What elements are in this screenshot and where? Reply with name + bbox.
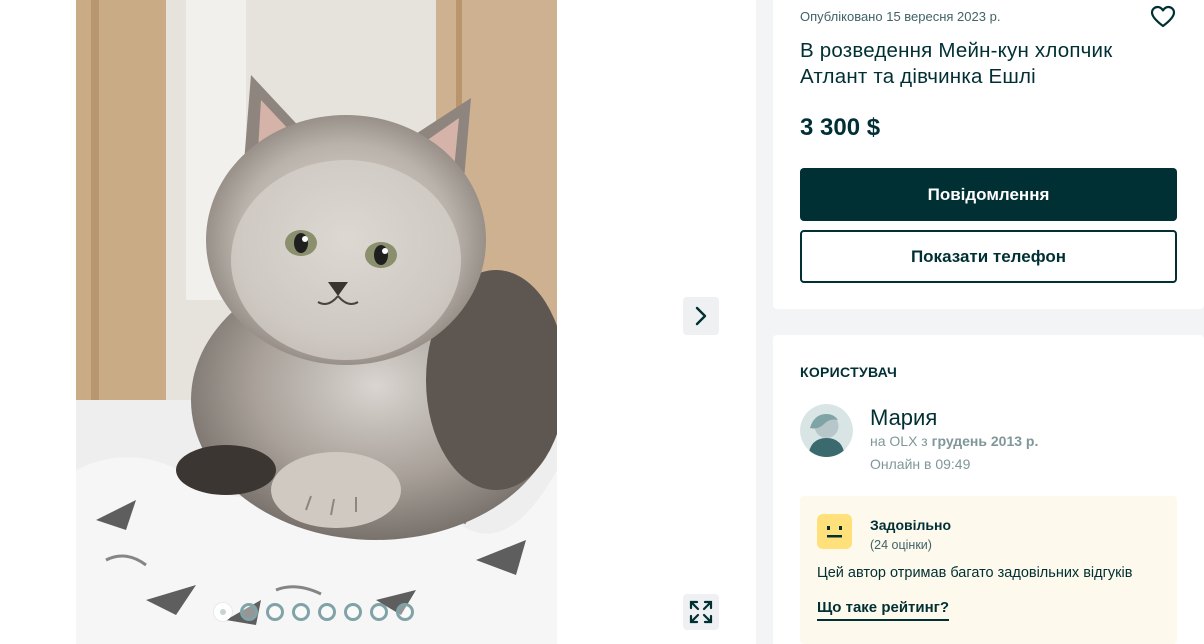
seller-rating-box: Задовільно (24 оцінки) Цей автор отримав…: [800, 496, 1177, 644]
posted-date: Опубліковано 15 вересня 2023 р.: [800, 9, 1001, 24]
rating-title: Задовільно: [870, 517, 951, 533]
gallery-pagination: [214, 603, 414, 621]
neutral-face-icon: [817, 514, 852, 549]
ad-title: В розведення Мейн-кун хлопчик Атлант та …: [800, 39, 1113, 88]
ad-price: 3 300 $: [800, 114, 881, 141]
favorite-button[interactable]: [1150, 4, 1176, 30]
what-is-rating-link[interactable]: Що таке рейтинг?: [817, 599, 950, 621]
gallery-dot-7[interactable]: [370, 603, 388, 621]
seller-card: КОРИСТУВАЧ Мария на OLX з грудень 2013 р…: [773, 335, 1204, 644]
kitten-photo-icon: [76, 0, 557, 644]
gallery-dot-2[interactable]: [240, 603, 258, 621]
seller-heading: КОРИСТУВАЧ: [800, 364, 898, 380]
chevron-right-icon: [695, 306, 707, 326]
gallery-dot-1[interactable]: [214, 603, 232, 621]
seller-avatar[interactable]: [800, 404, 853, 457]
fullscreen-button[interactable]: [683, 594, 719, 630]
show-phone-button[interactable]: Показати телефон: [800, 230, 1177, 283]
gallery-dot-5[interactable]: [318, 603, 336, 621]
gallery-dot-6[interactable]: [344, 603, 362, 621]
heart-icon: [1150, 5, 1176, 28]
gallery-dot-3[interactable]: [266, 603, 284, 621]
rating-description: Цей автор отримав багато задовільних від…: [817, 565, 1133, 581]
seller-name[interactable]: Мария: [870, 405, 937, 431]
gallery-dot-8[interactable]: [396, 603, 414, 621]
next-photo-button[interactable]: [683, 297, 719, 335]
ad-info-card: Опубліковано 15 вересня 2023 р. В розвед…: [773, 0, 1204, 309]
gallery-dot-4[interactable]: [292, 603, 310, 621]
expand-icon: [689, 600, 713, 624]
seller-member-since: на OLX з грудень 2013 р.: [870, 433, 1039, 449]
seller-last-online: Онлайн в 09:49: [870, 456, 971, 472]
rating-count: (24 оцінки): [870, 538, 932, 552]
avatar-placeholder-icon: [800, 404, 853, 457]
message-button[interactable]: Повідомлення: [800, 168, 1177, 221]
photo-gallery: [0, 0, 756, 644]
listing-photo[interactable]: [76, 0, 557, 644]
